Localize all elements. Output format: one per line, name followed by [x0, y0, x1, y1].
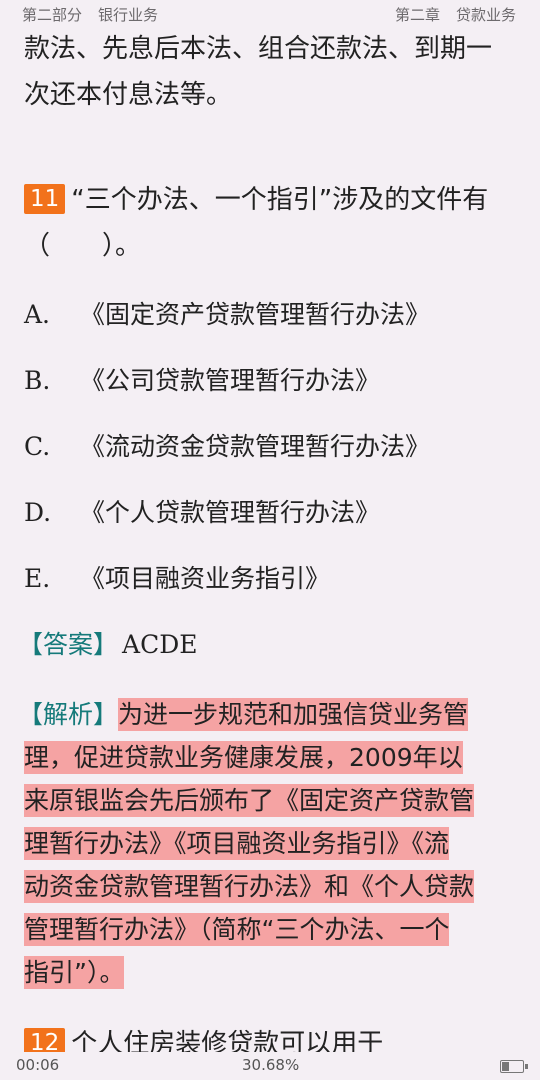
analysis-line: 【解析】为进一步规范和加强信贷业务管: [18, 693, 520, 736]
option-text: 《流动资金贷款管理暂行办法》: [80, 432, 431, 461]
analysis-line: 管理暂行办法》（简称“三个办法、一个: [18, 908, 520, 951]
question-blank: （ ）。: [24, 231, 142, 261]
question-text: “三个办法、一个指引”涉及的文件有: [71, 185, 489, 215]
header-part: 第二部分 银行业务: [22, 4, 158, 25]
option-letter: C.: [24, 432, 51, 461]
page-content: 款法、先息后本法、组合还款法、到期一 次还本付息法等。 11 “三个办法、一个指引…: [18, 26, 520, 994]
option-text: 《公司贷款管理暂行办法》: [80, 366, 381, 395]
analysis-highlight: 理暂行办法》《项目融资业务指引》《流: [24, 827, 450, 860]
analysis-line: 来原银监会先后颁布了《固定资产贷款管: [18, 779, 520, 822]
option-letter: E.: [24, 564, 51, 593]
analysis-highlight: 管理暂行办法》（简称“三个办法、一个: [24, 913, 450, 946]
option-letter: D.: [24, 498, 52, 527]
question-11: 11 “三个办法、一个指引”涉及的文件有 （ ）。: [24, 177, 520, 269]
answer-row: 【答案】 ACDE: [18, 627, 520, 663]
question-12-partial: 12 个人住房装修贷款可以用于: [24, 1026, 520, 1054]
option-c[interactable]: C. 《流动资金贷款管理暂行办法》: [24, 429, 520, 465]
clock-time: 00:06: [16, 1056, 60, 1074]
option-b[interactable]: B. 《公司贷款管理暂行办法》: [24, 363, 520, 399]
intro-line: 次还本付息法等。: [24, 80, 233, 110]
options-list: A. 《固定资产贷款管理暂行办法》 B. 《公司贷款管理暂行办法》 C. 《流动资金贷…: [24, 297, 520, 597]
option-letter: A.: [24, 300, 51, 329]
option-a[interactable]: A. 《固定资产贷款管理暂行办法》: [24, 297, 520, 333]
intro-paragraph: 款法、先息后本法、组合还款法、到期一 次还本付息法等。: [24, 26, 520, 118]
analysis-line: 理，促进贷款业务健康发展，2009年以: [18, 736, 520, 779]
option-text: 《项目融资业务指引》: [80, 564, 331, 593]
chapter-label: 第二章: [394, 6, 440, 24]
option-e[interactable]: E. 《项目融资业务指引》: [24, 561, 520, 597]
answer-value: ACDE: [122, 630, 198, 659]
question-stem-line: 11 “三个办法、一个指引”涉及的文件有: [24, 177, 520, 223]
part-label: 第二部分: [22, 6, 83, 24]
analysis-highlight: 理，促进贷款业务健康发展，2009年以: [24, 741, 463, 774]
question-number-badge: 11: [24, 184, 66, 214]
battery-icon: [500, 1060, 528, 1073]
header-chapter: 第二章 贷款业务: [395, 4, 516, 25]
chapter-title: 贷款业务: [455, 6, 516, 24]
option-d[interactable]: D. 《个人贷款管理暂行办法》: [24, 495, 520, 531]
question-number-badge: 12: [24, 1028, 66, 1054]
reading-progress: 30.68%: [242, 1056, 300, 1074]
question-text: 个人住房装修贷款可以用于: [71, 1029, 384, 1054]
battery-fill: [502, 1062, 509, 1071]
analysis-line: 理暂行办法》《项目融资业务指引》《流: [18, 822, 520, 865]
analysis-line: 指引”）。: [18, 951, 520, 994]
intro-line: 款法、先息后本法、组合还款法、到期一: [24, 34, 493, 64]
reader-footer: 00:06 30.68%: [0, 1052, 540, 1080]
analysis-line: 动资金贷款管理暂行办法》和《个人贷款: [18, 865, 520, 908]
part-title: 银行业务: [98, 6, 159, 24]
answer-tag: 【答案】: [18, 630, 119, 659]
analysis-highlight: 来原银监会先后颁布了《固定资产贷款管: [24, 784, 475, 817]
option-text: 《固定资产贷款管理暂行办法》: [80, 300, 431, 329]
option-letter: B.: [24, 366, 51, 395]
analysis-highlight: 为进一步规范和加强信贷业务管: [118, 698, 469, 731]
analysis-highlight: 动资金贷款管理暂行办法》和《个人贷款: [24, 870, 475, 903]
analysis-block[interactable]: 【解析】为进一步规范和加强信贷业务管 理，促进贷款业务健康发展，2009年以 来…: [18, 693, 520, 994]
analysis-tag: 【解析】: [18, 700, 119, 729]
option-text: 《个人贷款管理暂行办法》: [80, 498, 381, 527]
analysis-highlight: 指引”）。: [24, 956, 125, 989]
reader-header: 第二部分 银行业务 第二章 贷款业务: [0, 0, 540, 26]
